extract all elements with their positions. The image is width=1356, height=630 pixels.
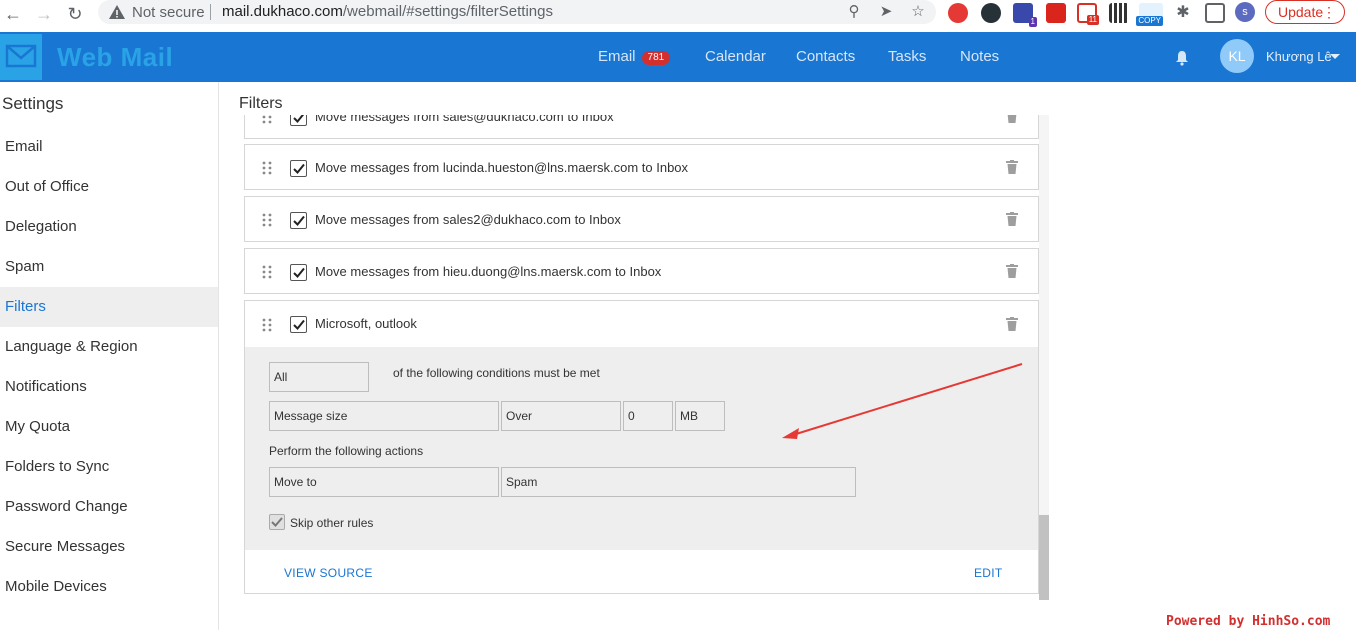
watermark-text: Powered by HinhSo.com: [1166, 614, 1331, 629]
red-arrow-annotation: [782, 363, 1023, 439]
